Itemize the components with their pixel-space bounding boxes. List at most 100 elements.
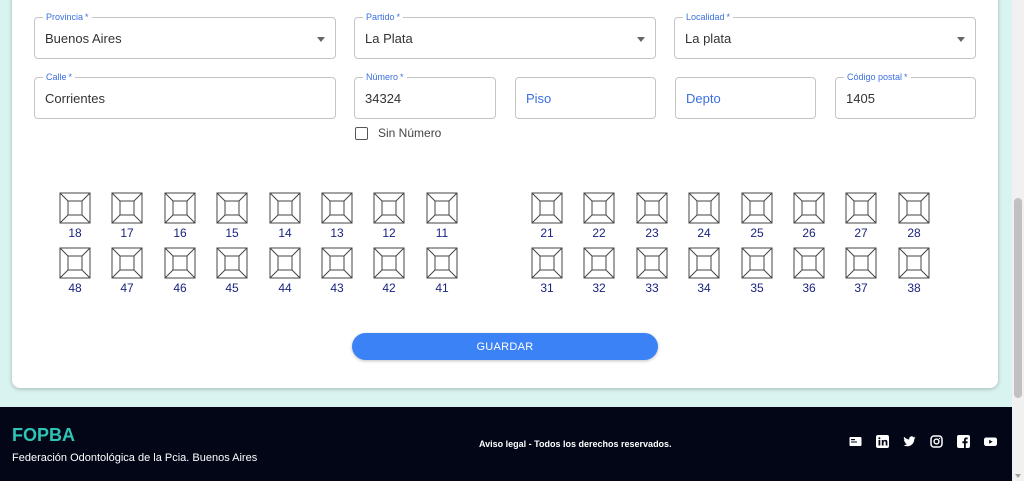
- tooth-diagram-icon[interactable]: [426, 192, 458, 224]
- tooth-diagram-icon[interactable]: [426, 247, 458, 279]
- tooth-26[interactable]: 26: [793, 192, 825, 240]
- tooth-number: 46: [173, 281, 187, 295]
- youtube-icon[interactable]: [984, 435, 997, 448]
- tooth-number: 15: [225, 226, 239, 240]
- tooth-21[interactable]: 21: [531, 192, 563, 240]
- scrollbar-thumb[interactable]: [1014, 198, 1022, 398]
- tooth-27[interactable]: 27: [845, 192, 877, 240]
- tooth-15[interactable]: 15: [216, 192, 248, 240]
- tooth-diagram-icon[interactable]: [216, 192, 248, 224]
- tooth-diagram-icon[interactable]: [583, 192, 615, 224]
- tooth-diagram-icon[interactable]: [216, 247, 248, 279]
- chevron-down-icon[interactable]: [317, 37, 325, 42]
- social-links: [849, 435, 997, 449]
- tooth-diagram-icon[interactable]: [111, 247, 143, 279]
- tooth-number: 34: [697, 281, 711, 295]
- localidad-label: Localidad *: [683, 11, 734, 23]
- tooth-35[interactable]: 35: [741, 247, 773, 295]
- save-button[interactable]: GUARDAR: [352, 333, 658, 360]
- facebook-icon[interactable]: [957, 435, 970, 448]
- chevron-down-icon[interactable]: [957, 37, 965, 42]
- tooth-diagram-icon[interactable]: [741, 247, 773, 279]
- tooth-diagram-icon[interactable]: [845, 247, 877, 279]
- tooth-33[interactable]: 33: [636, 247, 668, 295]
- legal-notice-link[interactable]: Aviso legal - Todos los derechos reserva…: [479, 439, 672, 449]
- localidad-select[interactable]: Localidad * La plata: [674, 11, 976, 59]
- tooth-number: 48: [68, 281, 82, 295]
- tooth-diagram-icon[interactable]: [531, 192, 563, 224]
- tooth-number: 28: [907, 226, 921, 240]
- tooth-22[interactable]: 22: [583, 192, 615, 240]
- piso-input[interactable]: Piso: [515, 77, 656, 119]
- page-scrollbar[interactable]: [1012, 0, 1024, 481]
- tooth-diagram-icon[interactable]: [688, 192, 720, 224]
- tooth-diagram-icon[interactable]: [636, 192, 668, 224]
- tooth-diagram-icon[interactable]: [373, 192, 405, 224]
- provincia-value: Buenos Aires: [45, 31, 122, 46]
- tooth-diagram-icon[interactable]: [164, 192, 196, 224]
- tooth-diagram-icon[interactable]: [583, 247, 615, 279]
- tooth-number: 47: [120, 281, 134, 295]
- tooth-diagram-icon[interactable]: [688, 247, 720, 279]
- tooth-diagram-icon[interactable]: [793, 192, 825, 224]
- scroll-down-arrow-icon[interactable]: [1015, 474, 1021, 478]
- tooth-25[interactable]: 25: [741, 192, 773, 240]
- tooth-diagram-icon[interactable]: [741, 192, 773, 224]
- tooth-45[interactable]: 45: [216, 247, 248, 295]
- tooth-17[interactable]: 17: [111, 192, 143, 240]
- tooth-diagram-icon[interactable]: [59, 247, 91, 279]
- tooth-diagram-icon[interactable]: [845, 192, 877, 224]
- tooth-14[interactable]: 14: [269, 192, 301, 240]
- tooth-diagram-icon[interactable]: [636, 247, 668, 279]
- tooth-number: 37: [854, 281, 868, 295]
- provincia-select[interactable]: Provincia * Buenos Aires: [34, 11, 336, 59]
- tooth-number: 11: [435, 226, 449, 240]
- tooth-diagram-icon[interactable]: [269, 247, 301, 279]
- chevron-down-icon[interactable]: [637, 37, 645, 42]
- tooth-42[interactable]: 42: [373, 247, 405, 295]
- tooth-diagram-icon[interactable]: [321, 247, 353, 279]
- tooth-diagram-icon[interactable]: [373, 247, 405, 279]
- tooth-28[interactable]: 28: [898, 192, 930, 240]
- tooth-number: 27: [854, 226, 868, 240]
- tooth-diagram-icon[interactable]: [164, 247, 196, 279]
- depto-input[interactable]: Depto: [675, 77, 816, 119]
- tooth-18[interactable]: 18: [59, 192, 91, 240]
- linkedin-icon[interactable]: [876, 435, 889, 448]
- tooth-11[interactable]: 11: [426, 192, 458, 240]
- codigo-postal-input[interactable]: Código postal * 1405: [835, 71, 976, 119]
- tooth-diagram-icon[interactable]: [531, 247, 563, 279]
- tooth-37[interactable]: 37: [845, 247, 877, 295]
- tooth-diagram-icon[interactable]: [898, 247, 930, 279]
- tooth-32[interactable]: 32: [583, 247, 615, 295]
- tooth-36[interactable]: 36: [793, 247, 825, 295]
- twitter-icon[interactable]: [903, 435, 916, 448]
- tooth-16[interactable]: 16: [164, 192, 196, 240]
- tooth-diagram-icon[interactable]: [269, 192, 301, 224]
- tooth-13[interactable]: 13: [321, 192, 353, 240]
- calle-input[interactable]: Calle * Corrientes: [34, 71, 336, 119]
- tooth-48[interactable]: 48: [59, 247, 91, 295]
- codigo-postal-value: 1405: [846, 91, 875, 106]
- partido-select[interactable]: Partido * La Plata: [354, 11, 656, 59]
- instagram-icon[interactable]: [930, 435, 943, 448]
- tooth-diagram-icon[interactable]: [321, 192, 353, 224]
- tooth-38[interactable]: 38: [898, 247, 930, 295]
- tooth-44[interactable]: 44: [269, 247, 301, 295]
- tooth-23[interactable]: 23: [636, 192, 668, 240]
- checkbox-box[interactable]: [355, 127, 368, 140]
- tooth-diagram-icon[interactable]: [898, 192, 930, 224]
- numero-input[interactable]: Número * 34324: [354, 71, 496, 119]
- id-card-icon[interactable]: [849, 435, 862, 448]
- tooth-47[interactable]: 47: [111, 247, 143, 295]
- tooth-34[interactable]: 34: [688, 247, 720, 295]
- tooth-24[interactable]: 24: [688, 192, 720, 240]
- tooth-41[interactable]: 41: [426, 247, 458, 295]
- tooth-diagram-icon[interactable]: [111, 192, 143, 224]
- tooth-31[interactable]: 31: [531, 247, 563, 295]
- tooth-12[interactable]: 12: [373, 192, 405, 240]
- tooth-diagram-icon[interactable]: [793, 247, 825, 279]
- tooth-43[interactable]: 43: [321, 247, 353, 295]
- tooth-46[interactable]: 46: [164, 247, 196, 295]
- tooth-diagram-icon[interactable]: [59, 192, 91, 224]
